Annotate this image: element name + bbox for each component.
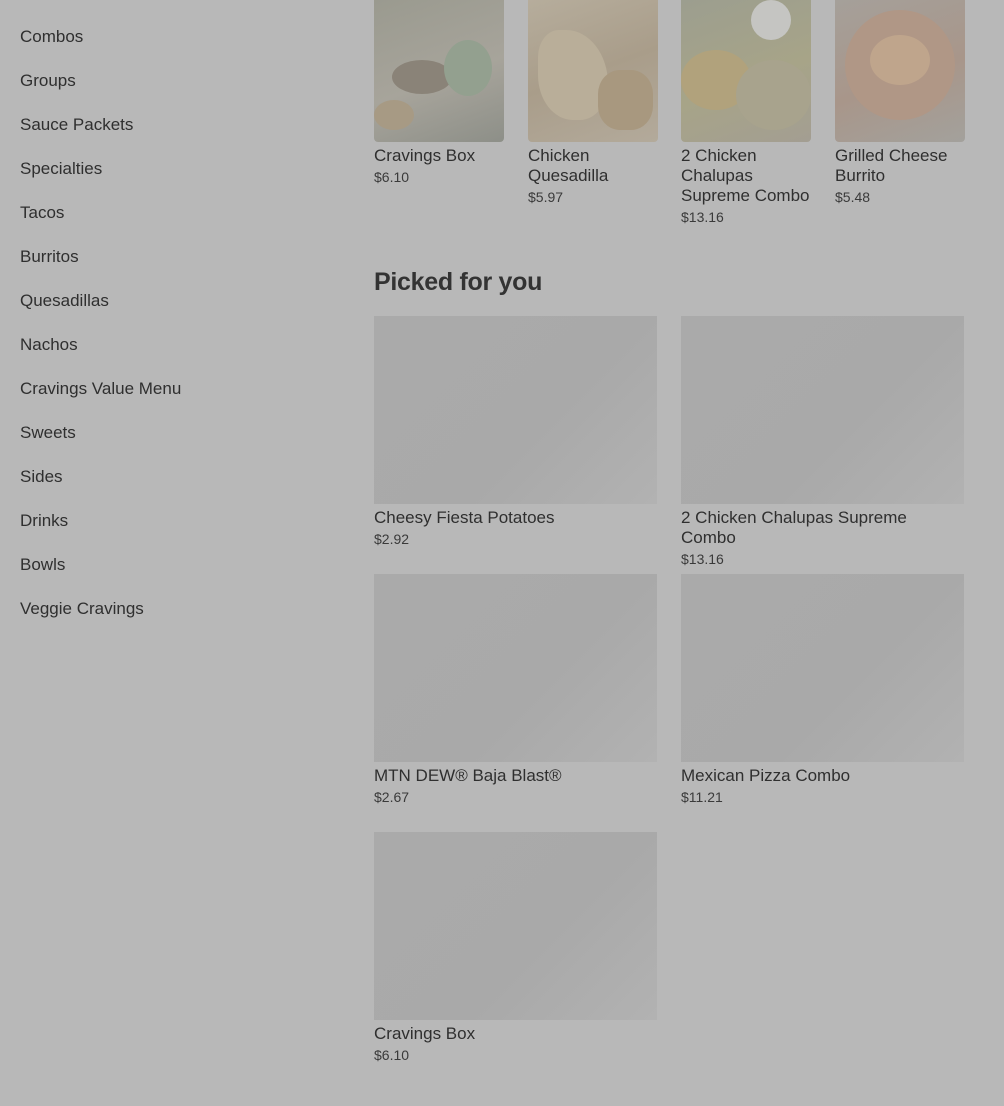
item-name: Cheesy Fiesta Potatoes xyxy=(374,508,555,527)
item-image-placeholder xyxy=(374,316,657,504)
menu-item-card[interactable]: Grilled Cheese Burrito $5.48 xyxy=(835,0,965,206)
picked-item-card[interactable]: Cravings Box $6.10 xyxy=(374,832,657,1064)
item-price: $13.16 xyxy=(681,551,724,567)
sidebar-item-specialties[interactable]: Specialties xyxy=(20,158,320,202)
featured-items-row: Cravings Box $6.10 Chicken Quesadilla $5… xyxy=(374,0,965,240)
sidebar-item-cravings-value-menu[interactable]: Cravings Value Menu xyxy=(20,378,320,422)
item-price: $2.92 xyxy=(374,531,410,547)
item-price: $2.67 xyxy=(374,789,410,805)
item-price: $5.48 xyxy=(835,189,871,205)
sidebar-item-bowls[interactable]: Bowls xyxy=(20,554,320,598)
item-image-placeholder xyxy=(681,316,964,504)
item-image-placeholder xyxy=(681,574,964,762)
picked-item-card[interactable]: 2 Chicken Chalupas Supreme Combo $13.16 xyxy=(681,316,964,568)
section-title-picked-for-you: Picked for you xyxy=(374,268,543,296)
item-image-placeholder xyxy=(374,832,657,1020)
sidebar-item-quesadillas[interactable]: Quesadillas xyxy=(20,290,320,334)
item-name: Mexican Pizza Combo xyxy=(681,766,851,785)
category-sidebar: Combos Groups Sauce Packets Specialties … xyxy=(20,26,320,642)
grilled-cheese-burrito-image xyxy=(835,0,965,142)
sidebar-item-sweets[interactable]: Sweets xyxy=(20,422,320,466)
item-name: Chicken Quesadilla xyxy=(528,146,609,185)
sidebar-item-tacos[interactable]: Tacos xyxy=(20,202,320,246)
item-name: 2 Chicken Chalupas Supreme Combo xyxy=(681,508,907,547)
chicken-quesadilla-image xyxy=(528,0,658,142)
item-name: Cravings Box xyxy=(374,1024,476,1043)
chalupas-combo-image xyxy=(681,0,811,142)
sidebar-item-burritos[interactable]: Burritos xyxy=(20,246,320,290)
menu-item-card[interactable]: Cravings Box $6.10 xyxy=(374,0,504,186)
item-price: $13.16 xyxy=(681,209,724,225)
menu-item-card[interactable]: Chicken Quesadilla $5.97 xyxy=(528,0,658,206)
sidebar-item-groups[interactable]: Groups xyxy=(20,70,320,114)
picked-item-card[interactable]: Cheesy Fiesta Potatoes $2.92 xyxy=(374,316,657,548)
sidebar-item-nachos[interactable]: Nachos xyxy=(20,334,320,378)
item-image-placeholder xyxy=(374,574,657,762)
sidebar-item-veggie-cravings[interactable]: Veggie Cravings xyxy=(20,598,320,642)
menu-item-card[interactable]: 2 Chicken Chalupas Supreme Combo $13.16 xyxy=(681,0,811,226)
cravings-box-image xyxy=(374,0,504,142)
item-price: $5.97 xyxy=(528,189,564,205)
item-price: $6.10 xyxy=(374,169,410,185)
item-name: Cravings Box xyxy=(374,146,476,165)
picked-item-card[interactable]: Mexican Pizza Combo $11.21 xyxy=(681,574,964,806)
sidebar-item-combos[interactable]: Combos xyxy=(20,26,320,70)
item-name: 2 Chicken Chalupas Supreme Combo xyxy=(681,146,810,205)
item-price: $11.21 xyxy=(681,789,723,805)
sidebar-item-drinks[interactable]: Drinks xyxy=(20,510,320,554)
picked-item-card[interactable]: MTN DEW® Baja Blast® $2.67 xyxy=(374,574,657,806)
sidebar-item-sides[interactable]: Sides xyxy=(20,466,320,510)
item-name: Grilled Cheese Burrito xyxy=(835,146,948,185)
item-name: MTN DEW® Baja Blast® xyxy=(374,766,562,785)
menu-page: Combos Groups Sauce Packets Specialties … xyxy=(0,0,1004,1106)
item-price: $6.10 xyxy=(374,1047,410,1063)
sidebar-item-sauce-packets[interactable]: Sauce Packets xyxy=(20,114,320,158)
